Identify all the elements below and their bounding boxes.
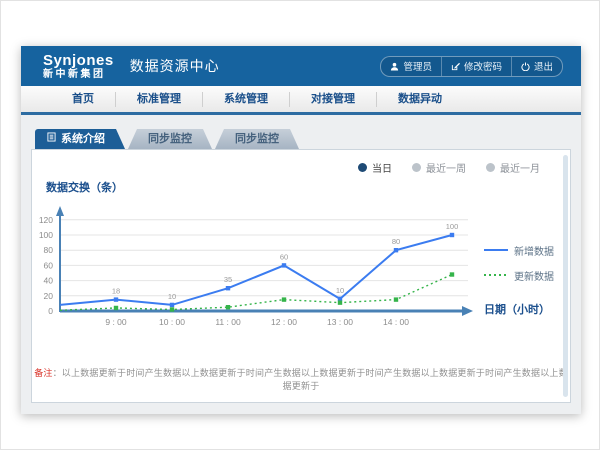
nav-item-3[interactable]: 对接管理 — [289, 92, 376, 107]
logout-button[interactable]: 退出 — [511, 57, 562, 76]
legend-item-0: 新增数据 — [484, 243, 568, 258]
chart-section: 数据交换（条） 0 20 40 60 80 100 120 9 : 00 10 : 00 11 :… — [32, 179, 570, 350]
chart-svg-holder: 0 20 40 60 80 100 120 9 : 00 10 : 00 11 : 00 12 : … — [32, 195, 484, 350]
svg-text:13 : 00: 13 : 00 — [327, 317, 353, 327]
power-icon — [521, 62, 530, 71]
svg-text:80: 80 — [44, 245, 54, 255]
tab-label: 同步监控 — [148, 133, 192, 145]
app-window: Synjones 新中新集团 数据资源中心 管理员 修改密码 退出 — [21, 46, 581, 414]
svg-text:20: 20 — [44, 291, 54, 301]
svg-text:80: 80 — [392, 237, 400, 246]
svg-text:18: 18 — [112, 287, 120, 296]
page-title: 数据资源中心 — [130, 56, 220, 76]
navbar: 首页标准管理系统管理对接管理数据异动 — [21, 86, 581, 115]
chart-side-panel: 新增数据更新数据 日期（小时） — [484, 179, 568, 350]
nav-item-4[interactable]: 数据异动 — [376, 92, 463, 107]
chart-x-axis-title: 日期（小时） — [484, 301, 550, 317]
nav-item-2[interactable]: 系统管理 — [202, 92, 289, 107]
change-password-button[interactable]: 修改密码 — [441, 57, 511, 76]
change-password-label: 修改密码 — [464, 59, 502, 73]
svg-text:12 : 00: 12 : 00 — [271, 317, 297, 327]
footer-note-prefix: 备注 — [34, 368, 52, 378]
chart-container: 数据交换（条） 0 20 40 60 80 100 120 9 : 00 10 : 00 11 :… — [32, 179, 484, 350]
tab-1[interactable]: 同步监控 — [128, 129, 212, 149]
edit-icon — [451, 62, 460, 71]
content-area: 系统介绍 同步监控 同步监控 当日 最近一周 最近一月 数据交换（条） 0 20 40 60 8… — [21, 115, 581, 415]
user-menu: 管理员 修改密码 退出 — [380, 56, 563, 77]
svg-text:9 : 00: 9 : 00 — [105, 317, 127, 327]
svg-text:35: 35 — [224, 275, 232, 284]
svg-text:11 : 00: 11 : 00 — [215, 317, 241, 327]
tab-label: 系统介绍 — [61, 129, 105, 149]
radio-label: 最近一月 — [500, 160, 540, 175]
radio-dot — [358, 163, 367, 172]
footer-note-text: ：以上数据更新于时间产生数据以上数据更新于时间产生数据以上数据更新于时间产生数据… — [53, 368, 568, 391]
nav-item-1[interactable]: 标准管理 — [115, 92, 202, 107]
user-menu-admin[interactable]: 管理员 — [381, 57, 441, 76]
nav-item-0[interactable]: 首页 — [51, 92, 115, 107]
tab-label: 同步监控 — [235, 133, 279, 145]
svg-text:14 : 00: 14 : 00 — [383, 317, 409, 327]
chart-y-axis-title: 数据交换（条） — [46, 179, 484, 195]
content-card: 当日 最近一周 最近一月 数据交换（条） 0 20 40 60 80 100 120 9 : 00… — [31, 149, 571, 403]
logo-text: Synjones — [43, 53, 114, 68]
radio-option-2[interactable]: 最近一月 — [486, 160, 540, 175]
radio-option-0[interactable]: 当日 — [358, 160, 392, 175]
svg-text:10: 10 — [336, 286, 344, 295]
legend-label: 新增数据 — [514, 243, 554, 258]
company-logo: Synjones 新中新集团 — [43, 53, 114, 80]
chart-legend: 新增数据更新数据 — [484, 243, 568, 283]
legend-line-sample — [484, 270, 508, 281]
svg-text:60: 60 — [44, 260, 54, 270]
radio-dot — [486, 163, 495, 172]
svg-text:10 : 00: 10 : 00 — [159, 317, 185, 327]
radio-label: 当日 — [372, 160, 392, 175]
svg-text:120: 120 — [39, 215, 53, 225]
svg-text:100: 100 — [39, 230, 53, 240]
radio-option-1[interactable]: 最近一周 — [412, 160, 466, 175]
time-range-filters: 当日 最近一周 最近一月 — [32, 150, 570, 175]
svg-text:40: 40 — [44, 276, 54, 286]
legend-item-1: 更新数据 — [484, 268, 568, 283]
legend-line-sample — [484, 245, 508, 256]
tab-2[interactable]: 同步监控 — [215, 129, 299, 149]
logout-label: 退出 — [534, 59, 553, 73]
footer-note: 备注：以上数据更新于时间产生数据以上数据更新于时间产生数据以上数据更新于时间产生… — [32, 366, 570, 392]
header: Synjones 新中新集团 数据资源中心 管理员 修改密码 退出 — [21, 46, 581, 86]
document-icon — [47, 129, 56, 149]
logo-subtext: 新中新集团 — [43, 70, 114, 80]
tab-0-active[interactable]: 系统介绍 — [35, 129, 125, 149]
svg-text:0: 0 — [48, 306, 53, 316]
user-icon — [390, 62, 399, 71]
svg-text:100: 100 — [446, 222, 459, 231]
legend-label: 更新数据 — [514, 268, 554, 283]
svg-text:10: 10 — [168, 292, 176, 301]
svg-text:60: 60 — [280, 252, 288, 261]
user-menu-admin-label: 管理员 — [403, 59, 432, 73]
radio-label: 最近一周 — [426, 160, 466, 175]
radio-dot — [412, 163, 421, 172]
line-chart: 0 20 40 60 80 100 120 9 : 00 10 : 00 11 : 00 12 : … — [32, 195, 484, 345]
tabs: 系统介绍 同步监控 同步监控 — [35, 129, 571, 149]
